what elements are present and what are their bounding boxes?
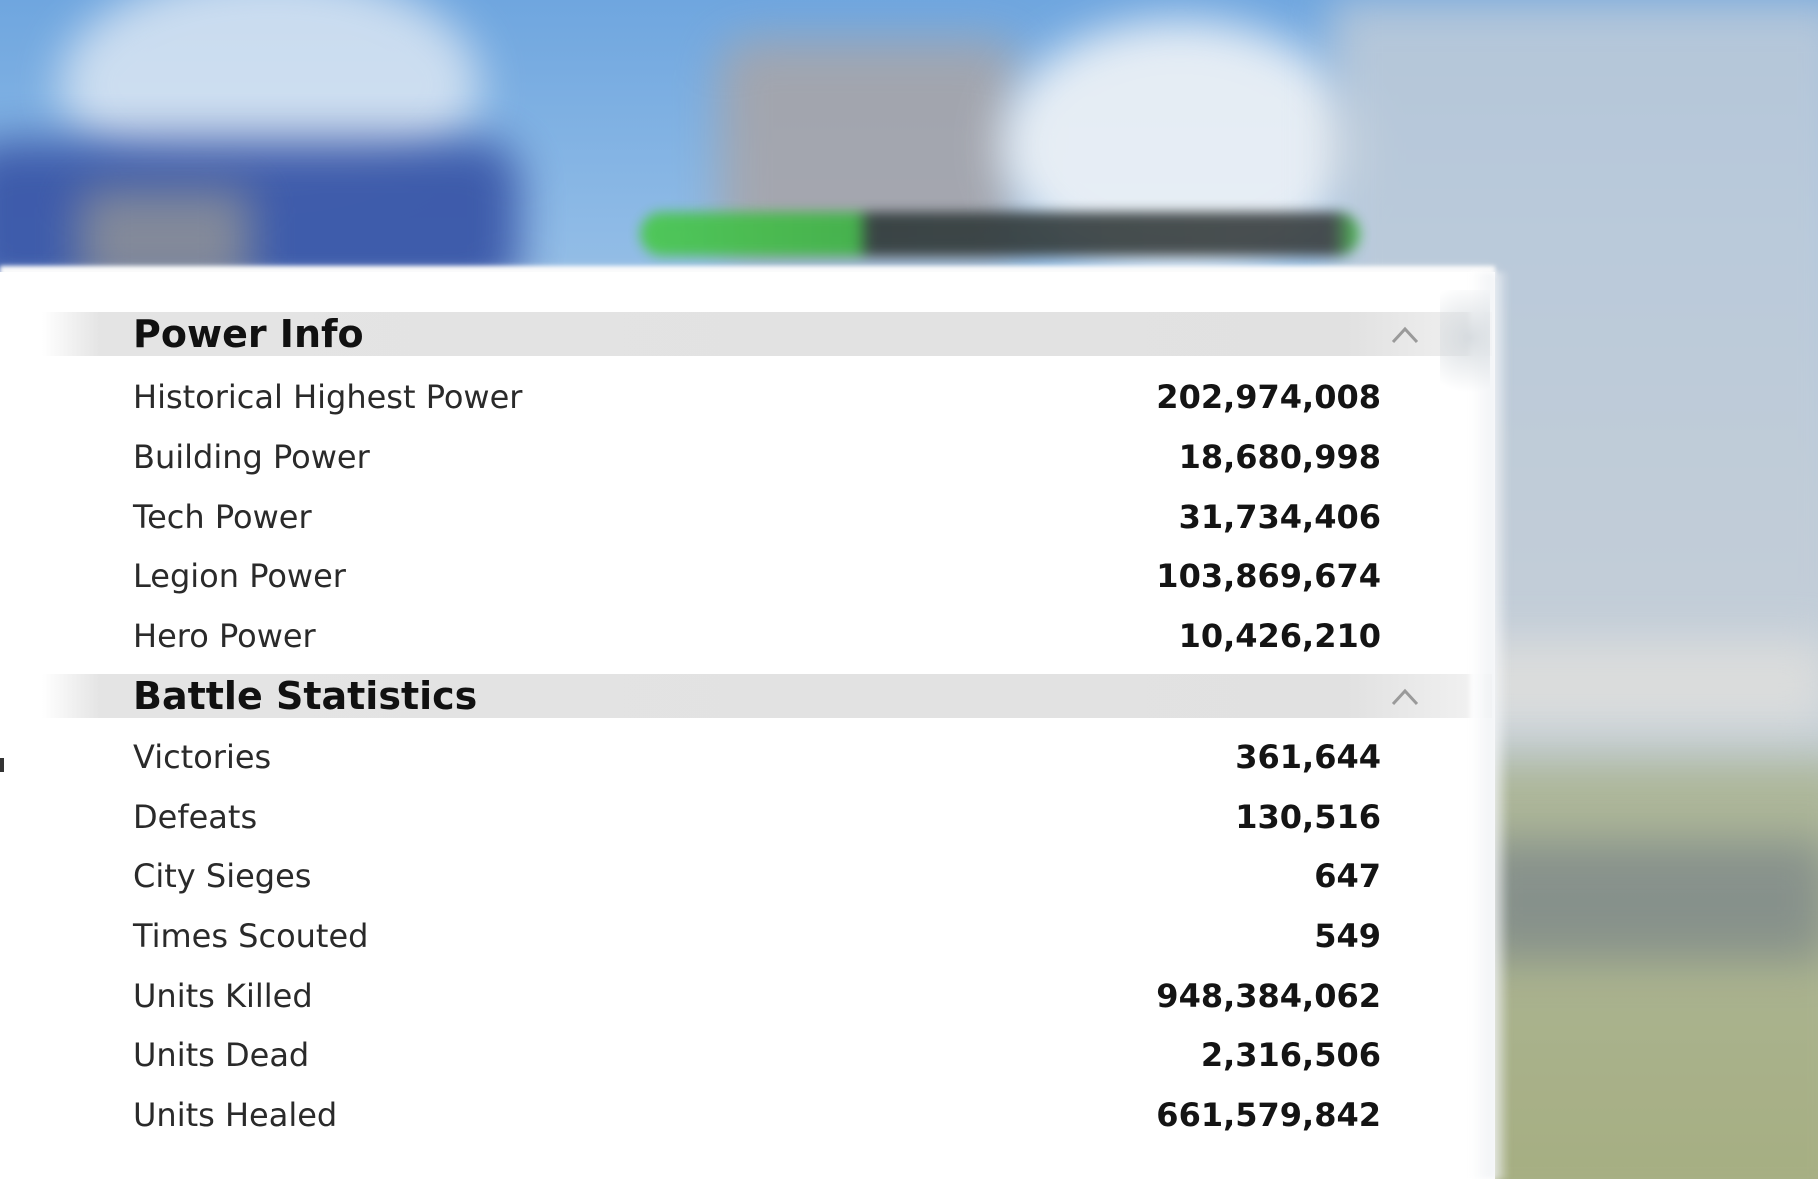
stat-row-units-killed: Units Killed 948,384,062 [0,966,1495,1026]
stat-label: Defeats [133,798,258,836]
stat-value: 31,734,406 [1178,498,1381,536]
stat-row-times-scouted: Times Scouted 549 [0,906,1495,966]
stat-value: 10,426,210 [1178,617,1381,655]
stat-row-city-sieges: City Sieges 647 [0,846,1495,906]
stat-label: Building Power [133,438,370,476]
background-health-bar [640,212,1360,256]
stat-value: 549 [1314,917,1381,955]
stat-row-victories: Victories 361,644 [0,727,1495,787]
section-header-power-info[interactable]: Power Info [42,312,1492,356]
stat-label: Legion Power [133,557,346,595]
stat-label: Tech Power [133,498,312,536]
stat-row-historical-highest-power: Historical Highest Power 202,974,008 [0,367,1495,427]
stat-value: 103,869,674 [1156,557,1381,595]
stat-label: Units Dead [133,1036,310,1074]
stat-value: 2,316,506 [1200,1036,1381,1074]
game-scene: Power Info Historical Highest Power 202,… [0,0,1818,1179]
panel-texture [1440,290,1490,410]
player-stats-panel[interactable]: Power Info Historical Highest Power 202,… [0,272,1495,1179]
chevron-up-icon[interactable] [1390,684,1420,708]
background-structure [1470,840,1818,960]
section-title: Battle Statistics [133,674,478,718]
stat-value: 361,644 [1235,738,1381,776]
stat-label: Units Killed [133,977,313,1015]
stat-value: 202,974,008 [1156,378,1381,416]
section-header-battle-statistics[interactable]: Battle Statistics [42,674,1492,718]
stat-row-units-dead: Units Dead 2,316,506 [0,1025,1495,1085]
stat-label: Units Healed [133,1096,338,1134]
stat-value: 130,516 [1235,798,1381,836]
stat-label: Hero Power [133,617,316,655]
stat-label: Historical Highest Power [133,378,523,416]
chevron-up-icon[interactable] [1390,322,1420,346]
stat-label: Victories [133,738,272,776]
stat-row-defeats: Defeats 130,516 [0,787,1495,847]
stat-row-units-healed: Units Healed 661,579,842 [0,1085,1495,1145]
stat-row-hero-power: Hero Power 10,426,210 [0,606,1495,666]
stat-row-building-power: Building Power 18,680,998 [0,427,1495,487]
stat-label: City Sieges [133,857,312,895]
stat-row-tech-power: Tech Power 31,734,406 [0,487,1495,547]
panel-edge-mark [0,758,4,772]
stat-label: Times Scouted [133,917,369,955]
stat-row-legion-power: Legion Power 103,869,674 [0,546,1495,606]
stat-value: 18,680,998 [1178,438,1381,476]
section-title: Power Info [133,312,364,356]
stat-value: 647 [1314,857,1381,895]
stat-value: 661,579,842 [1156,1096,1381,1134]
stat-value: 948,384,062 [1156,977,1381,1015]
